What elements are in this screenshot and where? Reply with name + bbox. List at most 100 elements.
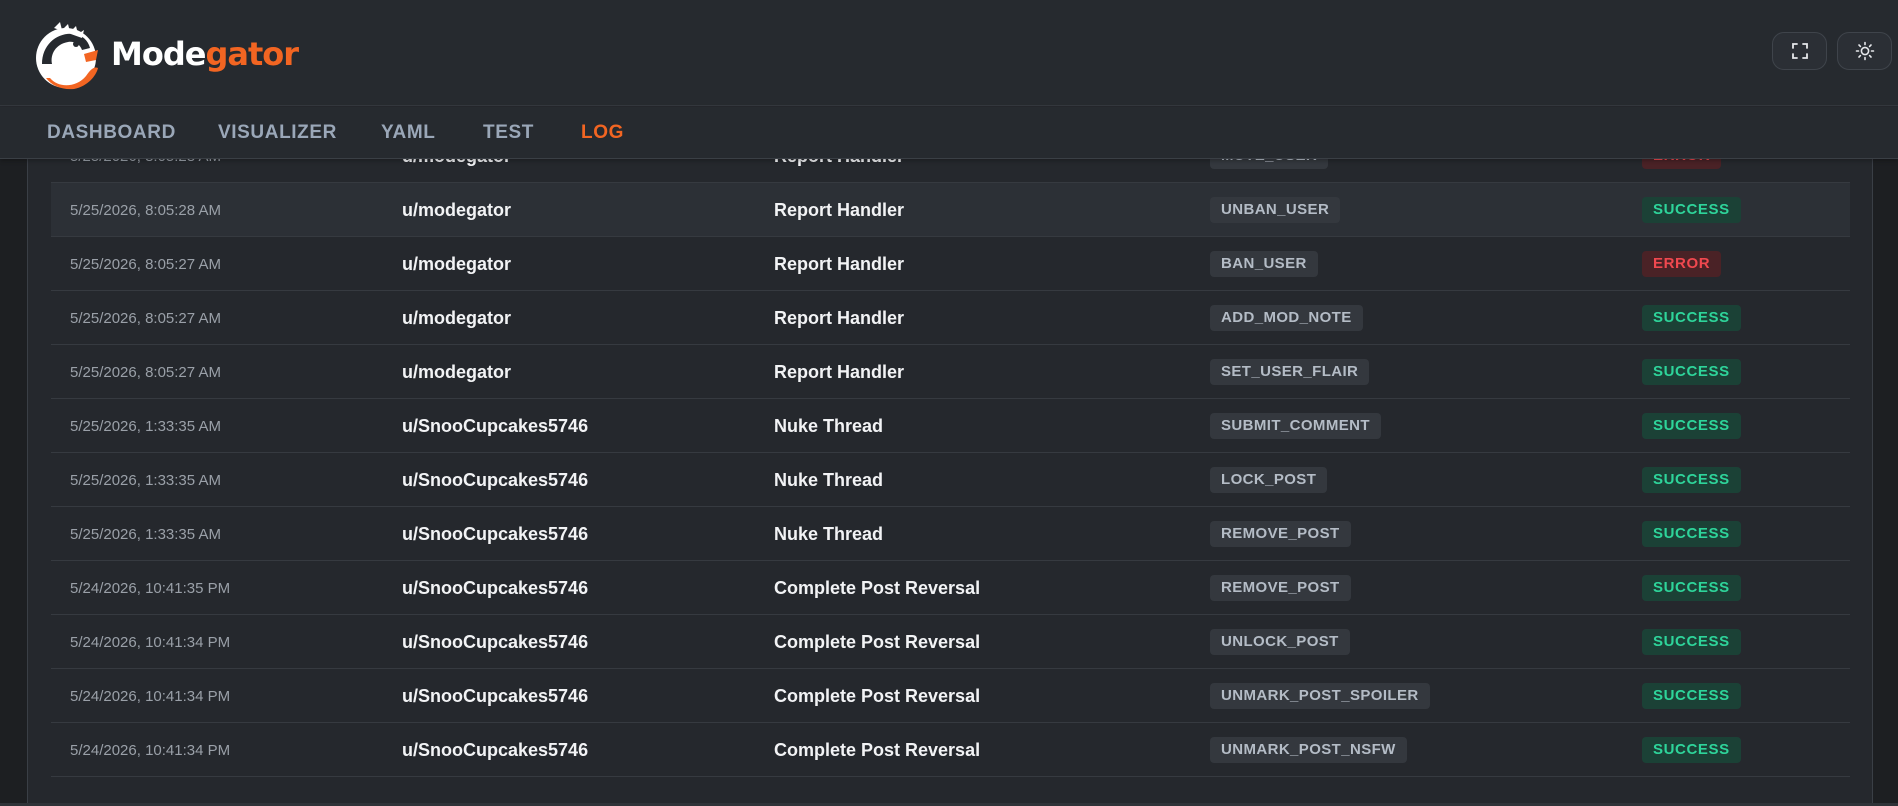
action-badge: REMOVE_POST (1210, 521, 1351, 547)
log-table: 5/25/2026, 8:05:28 AM u/modegator Report… (51, 159, 1850, 777)
log-handler: Nuke Thread (774, 415, 884, 436)
log-user: u/SnooCupcakes5746 (402, 415, 589, 436)
log-handler: Report Handler (774, 361, 905, 382)
log-time: 5/25/2026, 1:33:35 AM (70, 525, 221, 543)
log-user: u/modegator (402, 199, 512, 220)
log-user: u/SnooCupcakes5746 (402, 739, 589, 760)
status-badge: SUCCESS (1642, 737, 1741, 763)
log-user: u/SnooCupcakes5746 (402, 631, 589, 652)
left-gutter (0, 159, 28, 806)
log-handler: Nuke Thread (774, 469, 884, 490)
status-badge: SUCCESS (1642, 305, 1741, 331)
log-panel[interactable]: 5/25/2026, 8:05:28 AM u/modegator Report… (29, 159, 1872, 806)
nav-tab-dashboard[interactable]: DASHBOARD (47, 121, 176, 145)
log-handler: Report Handler (774, 159, 904, 183)
log-action-cell: BAN_USER (1210, 237, 1318, 291)
log-status-cell: ERROR (1642, 159, 1722, 183)
table-row[interactable]: 5/25/2026, 8:05:28 AM u/modegator Report… (51, 183, 1850, 237)
table-row[interactable]: 5/25/2026, 8:05:28 AM u/modegator Report… (51, 159, 1850, 183)
log-handler: Report Handler (774, 253, 905, 274)
brand-name: Modegator (111, 34, 299, 74)
action-badge: ADD_MOD_NOTE (1210, 305, 1363, 331)
log-action-cell: SUBMIT_COMMENT (1210, 399, 1381, 453)
log-status-cell: SUCCESS (1642, 669, 1741, 723)
log-user: u/SnooCupcakes5746 (402, 469, 589, 490)
log-user: u/SnooCupcakes5746 (402, 523, 589, 544)
action-badge: SET_USER_FLAIR (1210, 359, 1370, 385)
log-handler: Report Handler (774, 307, 905, 328)
table-row[interactable]: 5/24/2026, 10:41:34 PM u/SnooCupcakes574… (51, 723, 1850, 777)
action-badge: UNBAN_USER (1210, 197, 1341, 223)
log-time: 5/25/2026, 8:05:28 AM (70, 159, 221, 183)
log-action-cell: UNMARK_POST_SPOILER (1210, 669, 1430, 723)
table-row[interactable]: 5/25/2026, 8:05:27 AM u/modegator Report… (51, 345, 1850, 399)
action-badge: BAN_USER (1210, 251, 1318, 277)
log-time: 5/24/2026, 10:41:34 PM (70, 633, 231, 651)
log-status-cell: SUCCESS (1642, 399, 1741, 453)
log-handler: Complete Post Reversal (774, 577, 981, 598)
log-time: 5/25/2026, 1:33:35 AM (70, 417, 221, 435)
status-badge: SUCCESS (1642, 629, 1741, 655)
action-badge: LOCK_POST (1210, 467, 1328, 493)
log-status-cell: SUCCESS (1642, 615, 1741, 669)
main-nav: DASHBOARD VISUALIZER YAML TEST LOG (0, 107, 1898, 159)
action-badge: SUBMIT_COMMENT (1210, 413, 1381, 439)
table-row[interactable]: 5/25/2026, 1:33:35 AM u/SnooCupcakes5746… (51, 507, 1850, 561)
app-header: Modegator (0, 0, 1898, 106)
theme-toggle-button[interactable] (1837, 32, 1892, 70)
log-handler: Nuke Thread (774, 523, 884, 544)
status-badge: ERROR (1642, 251, 1722, 277)
action-badge: REMOVE_POST (1210, 575, 1351, 601)
log-handler: Report Handler (774, 199, 905, 220)
fullscreen-icon (1791, 43, 1808, 59)
sun-icon (1855, 41, 1874, 61)
log-time: 5/24/2026, 10:41:34 PM (70, 741, 231, 759)
log-status-cell: SUCCESS (1642, 561, 1741, 615)
log-user: u/modegator (402, 253, 512, 274)
nav-tab-visualizer[interactable]: VISUALIZER (218, 121, 337, 145)
log-user: u/modegator (402, 159, 511, 183)
status-badge: SUCCESS (1642, 467, 1741, 493)
log-user: u/modegator (402, 307, 512, 328)
log-action-cell: SET_USER_FLAIR (1210, 345, 1370, 399)
table-row[interactable]: 5/25/2026, 1:33:35 AM u/SnooCupcakes5746… (51, 399, 1850, 453)
status-badge: SUCCESS (1642, 413, 1741, 439)
log-time: 5/25/2026, 8:05:27 AM (70, 309, 221, 327)
table-row[interactable]: 5/25/2026, 8:05:27 AM u/modegator Report… (51, 291, 1850, 345)
log-user: u/SnooCupcakes5746 (402, 685, 589, 706)
log-time: 5/24/2026, 10:41:34 PM (70, 687, 231, 705)
log-user: u/modegator (402, 361, 512, 382)
status-badge: SUCCESS (1642, 575, 1741, 601)
log-handler: Complete Post Reversal (774, 685, 981, 706)
log-time: 5/25/2026, 1:33:35 AM (70, 471, 221, 489)
brand-name-part1: Mode (111, 35, 206, 73)
table-row[interactable]: 5/25/2026, 8:05:27 AM u/modegator Report… (51, 237, 1850, 291)
log-status-cell: ERROR (1642, 237, 1722, 291)
table-row[interactable]: 5/25/2026, 1:33:35 AM u/SnooCupcakes5746… (51, 453, 1850, 507)
log-action-cell: UNBAN_USER (1210, 183, 1341, 237)
status-badge: SUCCESS (1642, 683, 1741, 709)
log-action-cell: UNMARK_POST_NSFW (1210, 723, 1407, 777)
status-badge: ERROR (1642, 159, 1722, 169)
brand-name-part2: gator (205, 35, 299, 73)
log-action-cell: LOCK_POST (1210, 453, 1328, 507)
log-status-cell: SUCCESS (1642, 291, 1741, 345)
nav-tab-log[interactable]: LOG (581, 121, 624, 145)
log-status-cell: SUCCESS (1642, 453, 1741, 507)
nav-tab-yaml[interactable]: YAML (381, 121, 435, 145)
table-row[interactable]: 5/24/2026, 10:41:35 PM u/SnooCupcakes574… (51, 561, 1850, 615)
table-row[interactable]: 5/24/2026, 10:41:34 PM u/SnooCupcakes574… (51, 669, 1850, 723)
fullscreen-button[interactable] (1772, 32, 1827, 70)
action-badge: UNMARK_POST_SPOILER (1210, 683, 1430, 709)
log-status-cell: SUCCESS (1642, 723, 1741, 777)
log-handler: Complete Post Reversal (774, 739, 981, 760)
alligator-logo-icon[interactable] (32, 20, 100, 90)
right-gutter (1872, 159, 1898, 806)
status-badge: SUCCESS (1642, 197, 1741, 223)
log-action-cell: REMOVE_POST (1210, 507, 1351, 561)
nav-tab-test[interactable]: TEST (483, 121, 534, 145)
log-status-cell: SUCCESS (1642, 507, 1741, 561)
log-time: 5/24/2026, 10:41:35 PM (70, 579, 231, 597)
status-badge: SUCCESS (1642, 521, 1741, 547)
table-row[interactable]: 5/24/2026, 10:41:34 PM u/SnooCupcakes574… (51, 615, 1850, 669)
